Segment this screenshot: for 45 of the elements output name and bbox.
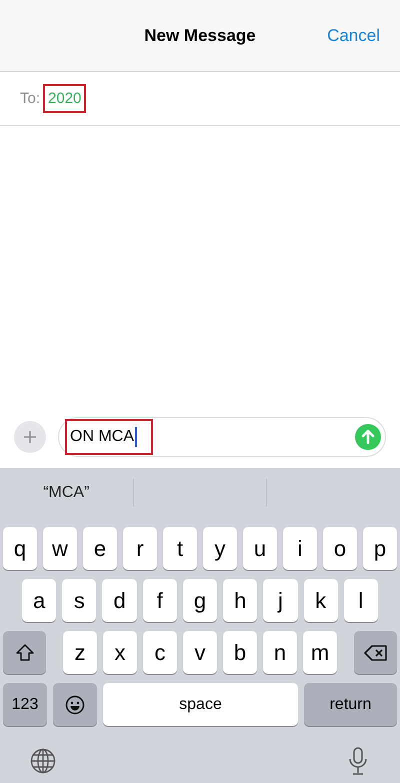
letter-key[interactable]: k <box>304 579 338 622</box>
letter-key[interactable]: p <box>363 527 397 570</box>
message-field[interactable]: ON MCA <box>58 417 386 457</box>
letter-key[interactable]: a <box>22 579 56 622</box>
smiley-icon <box>65 694 85 714</box>
letter-key[interactable]: y <box>203 527 237 570</box>
letter-key[interactable]: t <box>163 527 197 570</box>
letter-key[interactable]: n <box>263 631 297 674</box>
letter-key[interactable]: q <box>3 527 37 570</box>
letter-key[interactable]: h <box>223 579 258 622</box>
suggestion-item[interactable]: “MCA” <box>43 484 90 502</box>
shift-arrow-icon <box>14 642 34 662</box>
microphone-icon[interactable] <box>348 746 368 774</box>
add-button[interactable] <box>14 421 46 453</box>
letter-key[interactable]: o <box>323 527 357 570</box>
letter-key[interactable]: g <box>182 579 218 622</box>
letter-key[interactable]: f <box>142 579 177 622</box>
emoji-key[interactable] <box>53 683 97 726</box>
letter-key[interactable]: e <box>83 527 117 570</box>
delete-key[interactable] <box>354 631 397 674</box>
globe-icon[interactable] <box>30 748 56 774</box>
letter-key[interactable]: u <box>243 527 277 570</box>
screen-title: New Message <box>144 26 256 46</box>
letter-key[interactable]: s <box>62 579 96 622</box>
letter-key[interactable]: b <box>223 631 257 674</box>
numbers-key[interactable]: 123 <box>3 683 47 726</box>
message-text: ON MCA <box>65 419 153 455</box>
letter-key[interactable]: j <box>263 579 298 622</box>
return-key[interactable]: return <box>304 683 397 726</box>
letter-key[interactable]: r <box>123 527 157 570</box>
shift-key[interactable] <box>3 631 46 674</box>
letter-key[interactable]: z <box>63 631 97 674</box>
letter-key[interactable]: v <box>183 631 217 674</box>
to-label: To: <box>20 90 40 107</box>
delete-icon <box>364 644 388 662</box>
letter-key[interactable]: i <box>283 527 317 570</box>
letter-key[interactable]: l <box>344 579 378 622</box>
letter-key[interactable]: m <box>303 631 337 674</box>
cancel-link[interactable]: Cancel <box>327 26 380 46</box>
letter-key[interactable]: c <box>143 631 177 674</box>
letter-key[interactable]: w <box>43 527 77 570</box>
space-key[interactable]: space <box>103 683 298 726</box>
letter-key[interactable]: d <box>102 579 137 622</box>
letter-key[interactable]: x <box>103 631 137 674</box>
plus-icon <box>23 430 37 444</box>
